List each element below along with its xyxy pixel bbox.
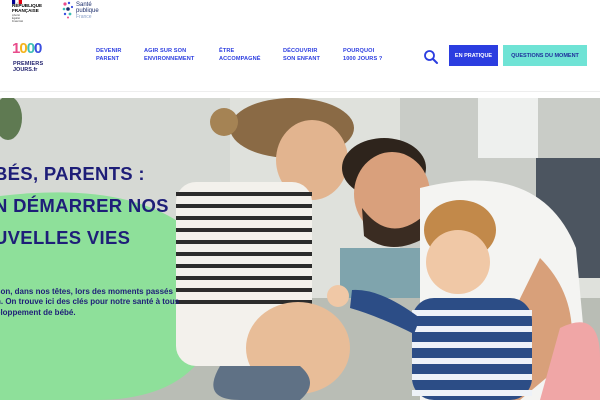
republique-francaise-text: RÉPUBLIQUE FRANÇAISE — [12, 3, 43, 13]
page: RÉPUBLIQUE FRANÇAISE Liberté Égalité Fra… — [0, 0, 600, 400]
nav-decouvrir-enfant[interactable]: DÉCOUVRIR SON ENFANT — [283, 48, 320, 63]
hero-title-line: N DÉMARRER NOS — [0, 195, 169, 216]
brand-digit: 0 — [26, 40, 35, 57]
search-icon[interactable] — [423, 49, 439, 65]
questions-du-moment-button[interactable]: QUESTIONS DU MOMENT — [503, 45, 587, 66]
hero-description: son, dans nos têtes, lors des moments pa… — [0, 287, 214, 318]
en-pratique-button[interactable]: EN PRATIQUE — [449, 45, 498, 66]
republique-francaise-logo[interactable]: RÉPUBLIQUE FRANÇAISE Liberté Égalité Fra… — [10, 0, 50, 24]
hero-banner: BÉS, PARENTS : N DÉMARRER NOS UVELLES VI… — [0, 98, 600, 400]
main-header: 1000 PREMIERS JOURS.fr DEVENIR PARENT AGI… — [0, 24, 600, 92]
nav-etre-accompagne[interactable]: ÊTRE ACCOMPAGNÉ — [219, 48, 261, 63]
hero-title-line: BÉS, PARENTS : — [0, 163, 145, 184]
brand-digits: 1000 — [12, 40, 42, 57]
nav-pourquoi-1000-jours[interactable]: POURQUOI 1000 JOURS ? — [343, 48, 382, 63]
sante-publique-sub: France — [76, 14, 92, 20]
nav-devenir-parent[interactable]: DEVENIR PARENT — [96, 48, 122, 63]
hero-text-line: n. On trouve ici des clés pour notre san… — [0, 297, 180, 307]
partner-logos-bar: RÉPUBLIQUE FRANÇAISE Liberté Égalité Fra… — [0, 0, 600, 24]
hero-text-line: eloppement de bébé. — [0, 307, 76, 317]
sante-publique-dots-icon — [62, 1, 74, 19]
nav-agir-environnement[interactable]: AGIR SUR SON ENVIRONNEMENT — [144, 48, 194, 63]
hero-title: BÉS, PARENTS : N DÉMARRER NOS UVELLES VI… — [0, 158, 169, 254]
hero-text-line: son, dans nos têtes, lors des moments pa… — [0, 287, 173, 296]
sante-publique-text: Santé publique — [76, 2, 99, 15]
1000-premiers-jours-logo[interactable]: 1000 PREMIERS JOURS.fr — [10, 40, 50, 80]
hero-title-line: UVELLES VIES — [0, 227, 131, 248]
brand-line-2: JOURS.fr — [13, 67, 38, 73]
republic-motto: Liberté Égalité Fraternité — [12, 14, 24, 23]
sante-publique-france-logo[interactable]: Santé publique France — [62, 0, 112, 22]
brand-digit: 0 — [19, 40, 27, 57]
brand-digit: 0 — [34, 40, 42, 57]
